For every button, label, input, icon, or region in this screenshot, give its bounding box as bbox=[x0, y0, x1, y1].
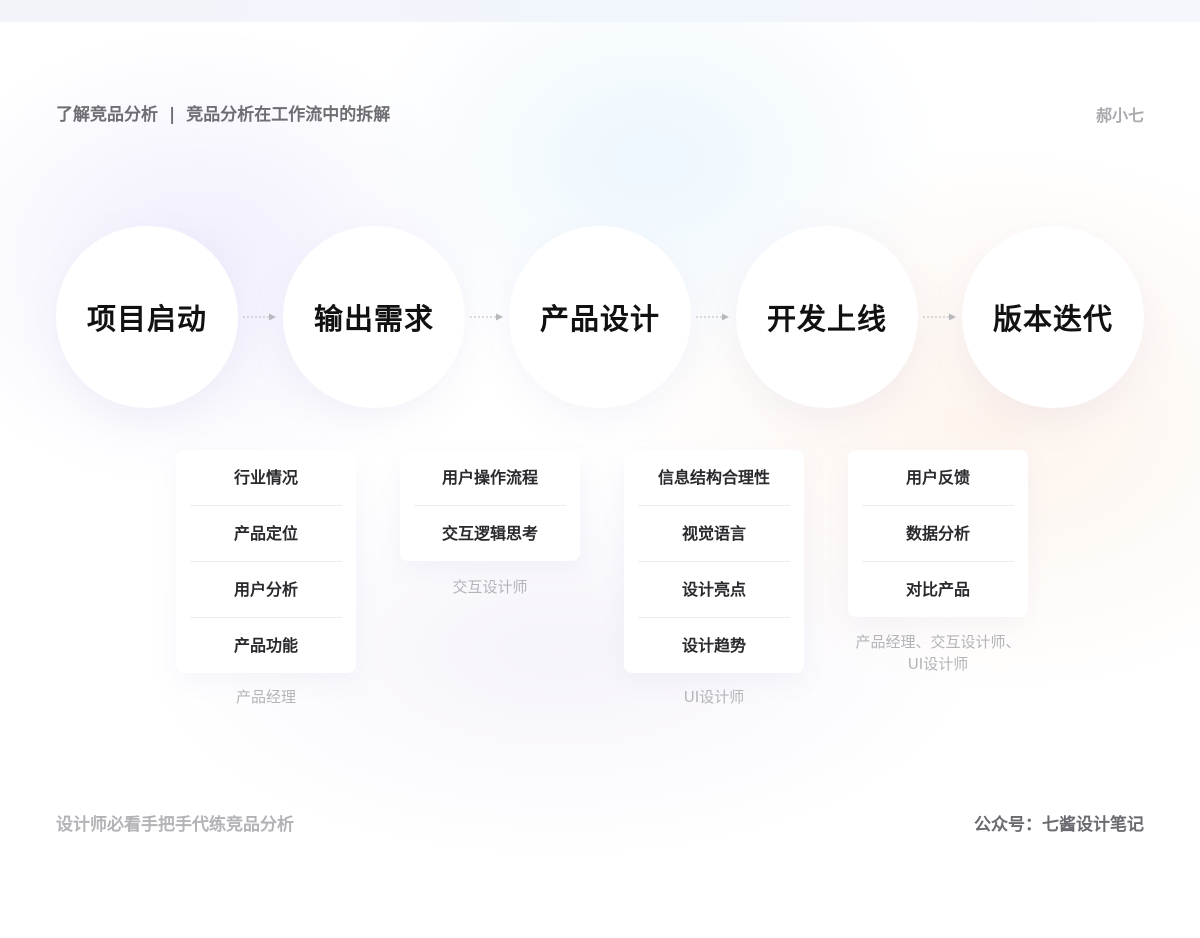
stage-label: 产品设计 bbox=[539, 302, 660, 336]
stage-label: 开发上线 bbox=[766, 302, 887, 336]
stage-label: 版本迭代 bbox=[992, 302, 1113, 336]
card-item: 数据分析 bbox=[862, 506, 1014, 562]
card-item: 行业情况 bbox=[190, 450, 342, 506]
arrow-right-icon bbox=[923, 313, 956, 321]
title-right: 竞品分析在工作流中的拆解 bbox=[186, 105, 391, 125]
card-item: 产品定位 bbox=[190, 506, 342, 562]
role-line: UI设计师 bbox=[683, 688, 745, 706]
title-left: 了解竞品分析 bbox=[56, 105, 158, 125]
role-label-3: UI设计师 bbox=[614, 686, 814, 708]
title-separator: | bbox=[169, 105, 176, 125]
stage-circle-1: 项目启动 bbox=[56, 226, 238, 408]
stage-label: 项目启动 bbox=[86, 302, 207, 336]
footer-series-title: 设计师必看手把手代练竞品分析 bbox=[56, 815, 294, 835]
role-line: 产品经理 bbox=[235, 688, 296, 706]
role-line: 产品经理、交互设计师、 bbox=[855, 633, 1021, 651]
stage-circle-3: 产品设计 bbox=[509, 226, 691, 408]
card-item: 用户分析 bbox=[190, 562, 342, 618]
role-label-4: 产品经理、交互设计师、 UI设计师 bbox=[838, 631, 1038, 675]
stage-circle-5: 版本迭代 bbox=[962, 226, 1144, 408]
card-item: 交互逻辑思考 bbox=[441, 524, 538, 543]
analysis-card-2: 用户操作流程 交互逻辑思考 bbox=[400, 450, 580, 561]
role-line: UI设计师 bbox=[907, 655, 969, 673]
card-item: 设计趋势 bbox=[681, 636, 746, 655]
author-name: 郝小七 bbox=[1095, 106, 1144, 125]
role-label-1: 产品经理 bbox=[166, 686, 366, 708]
analysis-card-3: 信息结构合理性 视觉语言 设计亮点 设计趋势 bbox=[624, 450, 804, 673]
arrow-right-icon bbox=[243, 313, 276, 321]
card-item: 用户操作流程 bbox=[414, 450, 566, 506]
card-item: 对比产品 bbox=[905, 580, 970, 599]
card-item: 设计亮点 bbox=[638, 562, 790, 618]
role-line: 交互设计师 bbox=[452, 578, 528, 596]
footer-account-name: 公众号：七酱设计笔记 bbox=[974, 815, 1144, 835]
page-title: 了解竞品分析 | 竞品分析在工作流中的拆解 bbox=[56, 100, 390, 125]
analysis-card-1: 行业情况 产品定位 用户分析 产品功能 bbox=[176, 450, 356, 673]
arrow-right-icon bbox=[470, 313, 503, 321]
analysis-card-4: 用户反馈 数据分析 对比产品 bbox=[848, 450, 1028, 617]
stage-circle-2: 输出需求 bbox=[283, 226, 465, 408]
stage-circle-4: 开发上线 bbox=[736, 226, 918, 408]
arrow-right-icon bbox=[696, 313, 729, 321]
card-item: 用户反馈 bbox=[862, 450, 1014, 506]
card-item: 视觉语言 bbox=[638, 506, 790, 562]
stage-label: 输出需求 bbox=[313, 302, 434, 336]
card-item: 信息结构合理性 bbox=[638, 450, 790, 506]
role-label-2: 交互设计师 bbox=[390, 576, 590, 598]
top-bar bbox=[0, 0, 1200, 22]
card-item: 产品功能 bbox=[233, 636, 298, 655]
